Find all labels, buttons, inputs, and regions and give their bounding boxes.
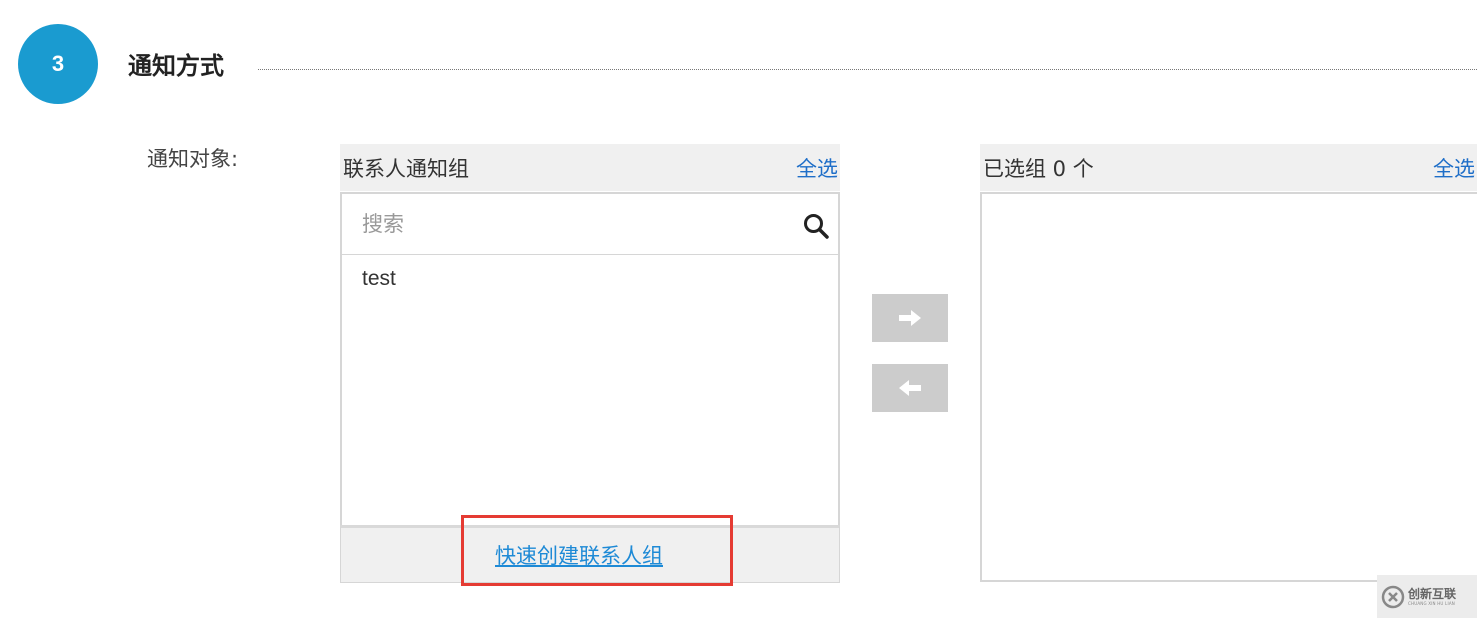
add-to-selected-button[interactable] xyxy=(872,294,948,342)
brand-logo-icon xyxy=(1381,585,1405,608)
arrow-right-icon xyxy=(899,310,921,326)
selected-group-count: 已选组 0 个 xyxy=(983,156,1094,181)
search-input[interactable] xyxy=(342,194,772,254)
step-title: 通知方式 xyxy=(128,52,224,80)
select-all-left-link[interactable]: 全选 xyxy=(796,153,838,183)
arrow-left-icon xyxy=(899,380,921,396)
search-box xyxy=(340,192,840,256)
contact-group-list: test xyxy=(340,255,840,525)
contact-group-panel-header: 联系人通知组 全选 xyxy=(340,144,840,191)
selected-group-list xyxy=(980,192,1477,582)
contact-group-panel-title: 联系人通知组 xyxy=(343,156,469,181)
remove-from-selected-button[interactable] xyxy=(872,364,948,412)
dotted-divider xyxy=(258,69,1477,70)
watermark-logo: 创新互联 CHUANG XIN HU LIAN xyxy=(1377,575,1477,618)
watermark-name: 创新互联 xyxy=(1408,586,1457,601)
step-number-badge: 3 xyxy=(18,24,98,104)
highlight-annotation-box xyxy=(461,515,733,586)
select-all-right-link[interactable]: 全选 xyxy=(1433,153,1475,183)
field-label: 通知对象: xyxy=(147,147,239,171)
list-item[interactable]: test xyxy=(362,267,396,291)
page: 3 通知方式 通知对象: 联系人通知组 全选 test 快速创建联系人组 已选组… xyxy=(0,0,1477,618)
selected-group-panel-header: 已选组 0 个 全选 xyxy=(980,144,1477,191)
search-icon[interactable] xyxy=(802,212,830,240)
watermark-subtitle: CHUANG XIN HU LIAN xyxy=(1408,600,1455,606)
